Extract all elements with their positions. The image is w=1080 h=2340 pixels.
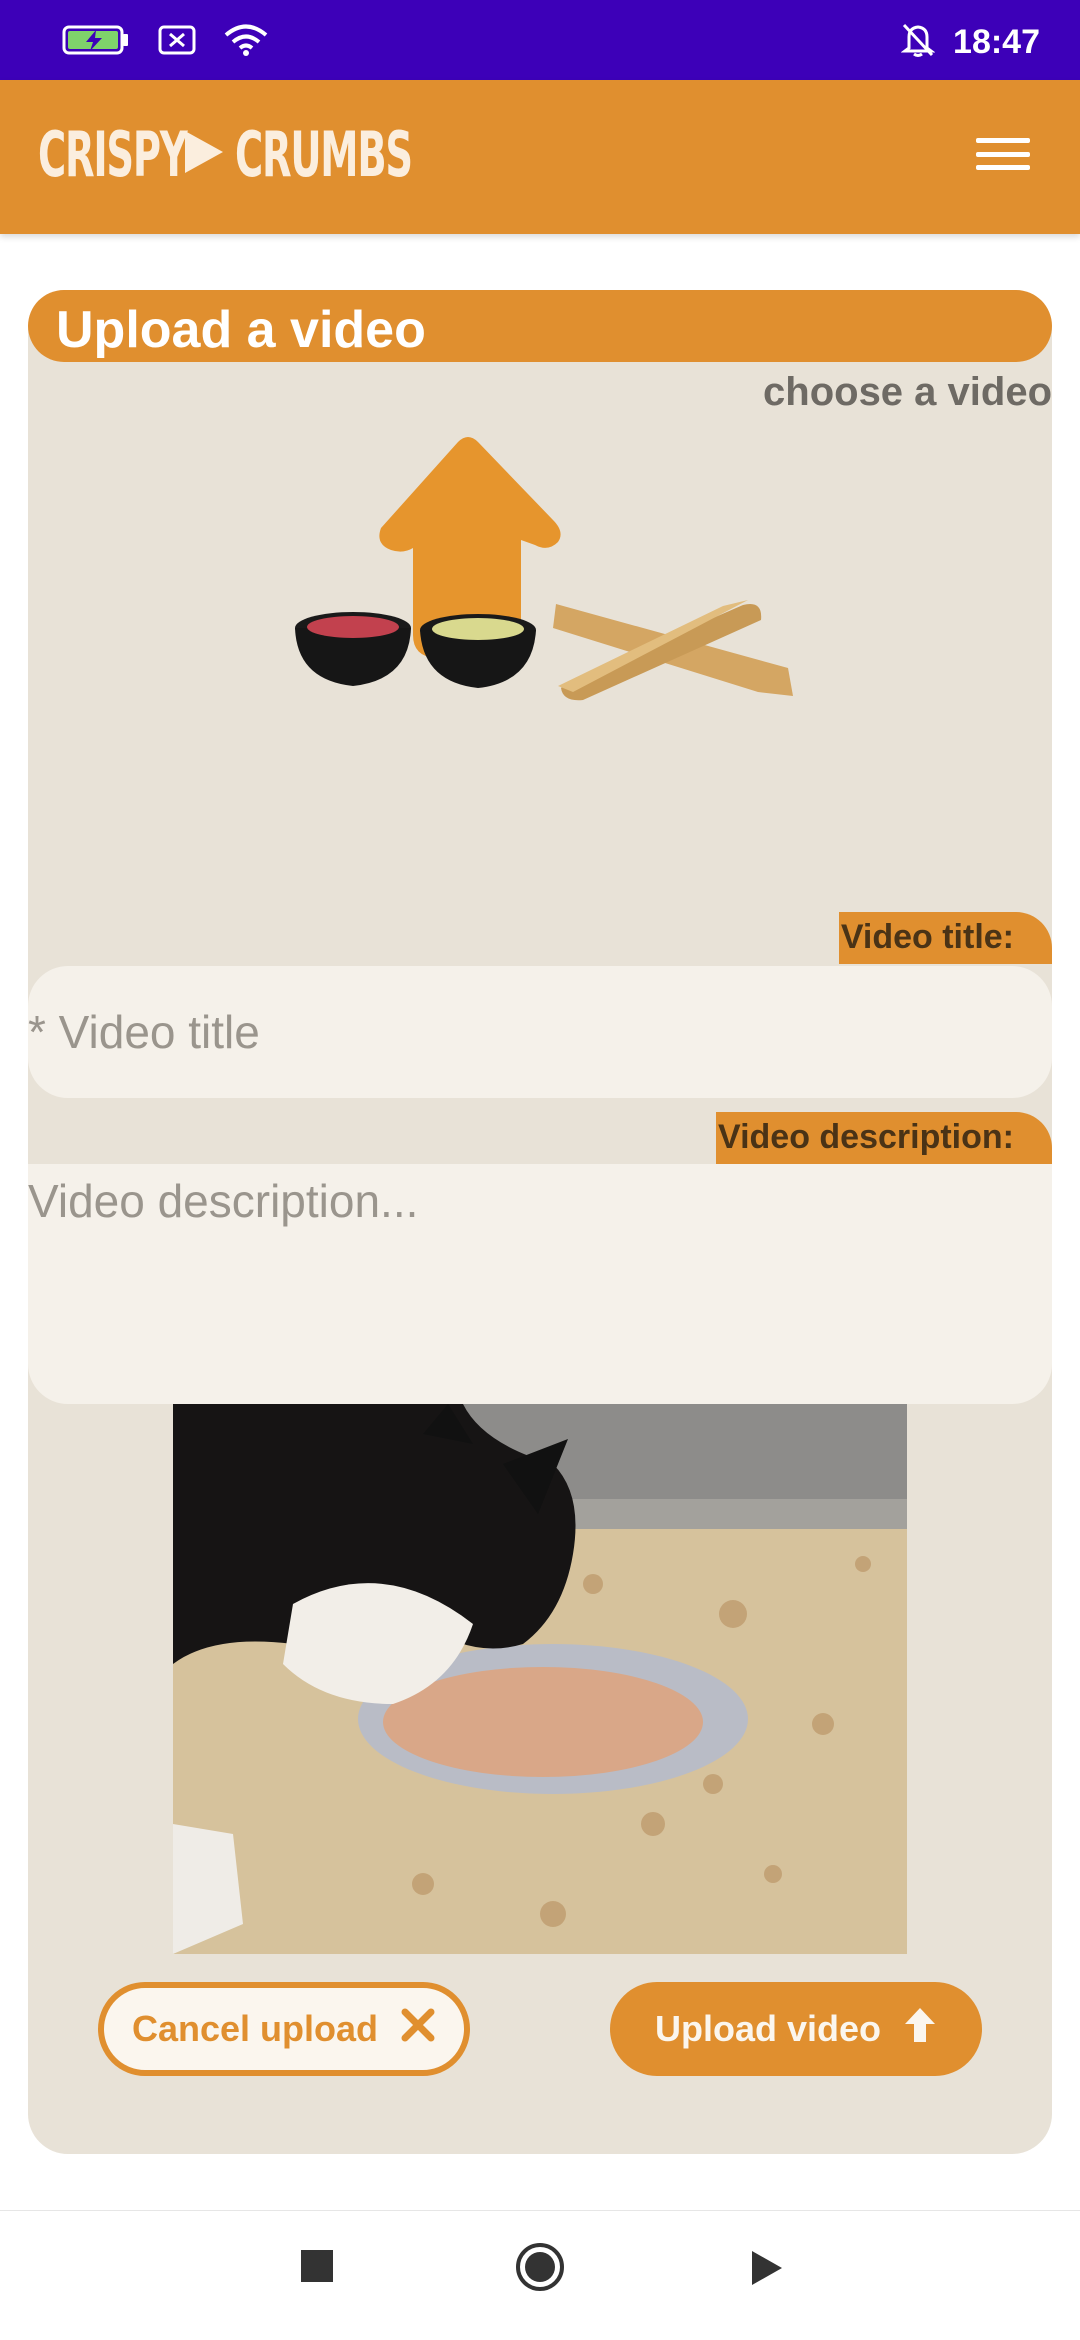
cancel-upload-button[interactable]: Cancel upload bbox=[98, 1982, 470, 2076]
no-sim-icon bbox=[158, 25, 196, 60]
cancel-upload-label: Cancel upload bbox=[131, 2008, 379, 2049]
circle-icon[interactable] bbox=[514, 2241, 566, 2298]
square-icon[interactable] bbox=[300, 2249, 334, 2288]
choose-video-link[interactable]: choose a video bbox=[763, 370, 1052, 415]
battery-charging-icon bbox=[62, 24, 130, 61]
upload-card: Upload a video choose a video Video titl… bbox=[28, 290, 1052, 2154]
system-nav-bar bbox=[0, 2210, 1080, 2340]
card-title-bar: Upload a video bbox=[28, 290, 1052, 362]
video-description-label: Video description: bbox=[716, 1112, 1052, 1164]
upload-arrow-icon[interactable] bbox=[263, 430, 823, 830]
video-preview[interactable] bbox=[173, 1404, 907, 1954]
logo-text-crispy: CRISPY bbox=[38, 118, 188, 191]
video-title-label: Video title: bbox=[838, 912, 1052, 964]
arrow-up-icon bbox=[903, 2006, 937, 2053]
logo-text-crumbs: CRUMBS bbox=[235, 118, 413, 191]
app-header: CRISPY CRUMBS bbox=[0, 80, 1080, 234]
wifi-icon bbox=[224, 24, 268, 61]
hamburger-menu-icon[interactable] bbox=[976, 130, 1030, 178]
app-logo[interactable]: CRISPY CRUMBS bbox=[38, 118, 425, 191]
status-bar: 18:47 bbox=[0, 0, 1080, 80]
page-title: Upload a video bbox=[56, 301, 426, 359]
close-icon bbox=[400, 2007, 436, 2052]
upload-video-label: Upload video bbox=[654, 2008, 882, 2049]
triangle-icon[interactable] bbox=[750, 2249, 784, 2292]
upload-video-button[interactable]: Upload video bbox=[610, 1982, 982, 2076]
video-title-input[interactable] bbox=[28, 966, 1052, 1098]
bell-off-icon bbox=[900, 22, 936, 63]
play-icon bbox=[183, 129, 225, 180]
status-time: 18:47 bbox=[953, 23, 1040, 61]
video-description-input[interactable] bbox=[28, 1164, 1052, 1404]
